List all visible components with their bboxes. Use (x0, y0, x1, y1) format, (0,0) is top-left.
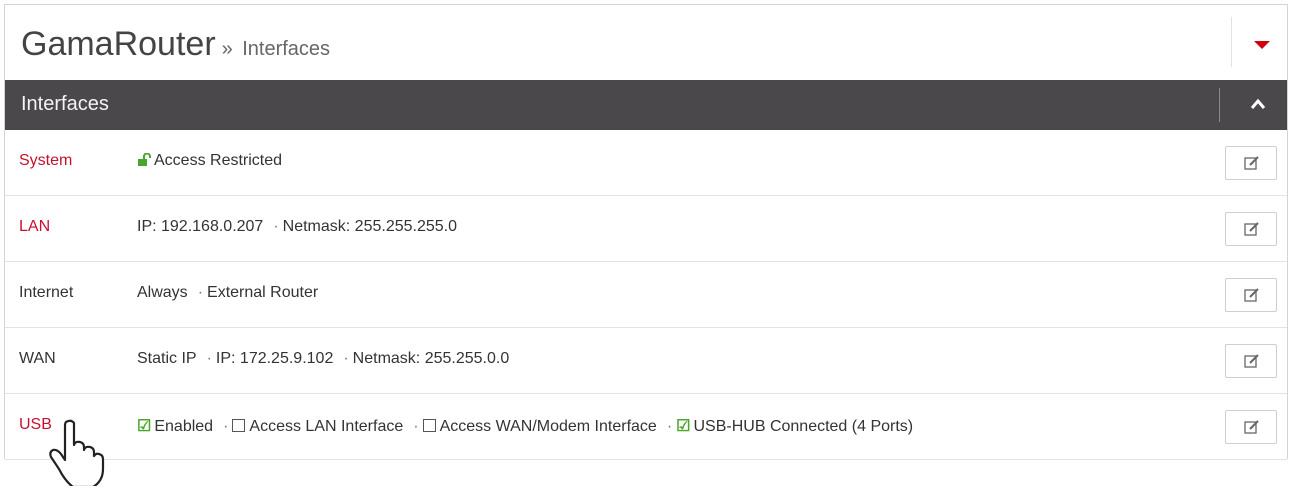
interface-info-lan: IP: 192.168.0.207 · Netmask: 255.255.255.0 (137, 218, 457, 236)
lan-ip: IP: 192.168.0.207 (137, 218, 264, 235)
title-bar: GamaRouter» Interfaces (5, 5, 1287, 80)
breadcrumb-separator: » (221, 38, 233, 60)
section-title: Interfaces (21, 93, 109, 115)
interface-row-wan: WAN Static IP · IP: 172.25.9.102 · Netmask: … (5, 328, 1287, 394)
interface-row-system: System Access Restricted (5, 130, 1287, 196)
separator-dot: · (343, 350, 349, 367)
edit-button-system[interactable] (1225, 146, 1277, 180)
hand-cursor-icon (49, 419, 105, 486)
edit-icon (1244, 420, 1259, 434)
edit-button-lan[interactable] (1225, 212, 1277, 246)
wan-type: Static IP (137, 350, 197, 367)
usb-access-lan: Access LAN Interface (249, 418, 404, 435)
interface-row-lan: LAN IP: 192.168.0.207 · Netmask: 255.255.2… (5, 196, 1287, 262)
edit-icon (1244, 156, 1259, 170)
usb-access-wan: Access WAN/Modem Interface (439, 418, 657, 435)
check-icon: ☑ (676, 418, 691, 435)
separator-dot: · (273, 218, 279, 235)
edit-icon (1244, 288, 1259, 302)
interface-label-internet: Internet (19, 284, 74, 301)
interface-info-internet: Always · External Router (137, 284, 318, 302)
app-title: GamaRouter (21, 25, 216, 63)
separator-dot: · (223, 418, 229, 435)
wan-netmask: Netmask: 255.255.0.0 (352, 350, 510, 367)
wan-ip: IP: 172.25.9.102 (215, 350, 334, 367)
interfaces-panel: GamaRouter» Interfaces Interfaces System… (4, 4, 1288, 460)
edit-icon (1244, 222, 1259, 236)
check-icon: ☑ (137, 418, 152, 435)
page-title: GamaRouter» Interfaces (21, 25, 330, 64)
section-header: Interfaces (5, 80, 1287, 130)
lan-netmask: Netmask: 255.255.255.0 (282, 218, 457, 235)
edit-icon (1244, 354, 1259, 368)
access-status: Access Restricted (154, 152, 283, 169)
interface-row-internet: Internet Always · External Router (5, 262, 1287, 328)
interface-link-usb[interactable]: USB (19, 416, 52, 434)
section-divider (1219, 88, 1220, 122)
interface-info-usb: ☑ Enabled · Access LAN Interface · Access WAN… (137, 416, 913, 436)
breadcrumb[interactable]: Interfaces (242, 38, 330, 60)
interface-link-lan[interactable]: LAN (19, 218, 50, 236)
interface-info-system: Access Restricted (137, 152, 282, 170)
titlebar-divider (1231, 17, 1232, 67)
usb-enabled: Enabled (154, 418, 214, 435)
checkbox-empty-icon (232, 419, 246, 432)
checkbox-empty-icon (422, 419, 436, 432)
chevron-up-icon (1250, 98, 1266, 109)
interface-link-system[interactable]: System (19, 152, 72, 170)
interface-info-wan: Static IP · IP: 172.25.9.102 · Netmask: 255.… (137, 350, 509, 368)
internet-source: External Router (207, 284, 319, 301)
internet-mode: Always (137, 284, 188, 301)
edit-button-internet[interactable] (1225, 278, 1277, 312)
collapse-button[interactable] (1238, 90, 1286, 122)
separator-dot: · (666, 418, 673, 435)
unlock-icon (138, 153, 151, 166)
separator-dot: · (413, 418, 419, 435)
interface-label-wan: WAN (19, 350, 56, 367)
separator-dot: · (206, 350, 212, 367)
usb-hub-status: USB-HUB Connected (4 Ports) (693, 418, 914, 435)
caret-down-icon[interactable] (1254, 41, 1270, 49)
edit-button-wan[interactable] (1225, 344, 1277, 378)
edit-button-usb[interactable] (1225, 410, 1277, 444)
separator-dot: · (197, 284, 204, 301)
interface-row-usb: USB ☑ Enabled · Access LAN Interface · Access… (5, 394, 1287, 460)
